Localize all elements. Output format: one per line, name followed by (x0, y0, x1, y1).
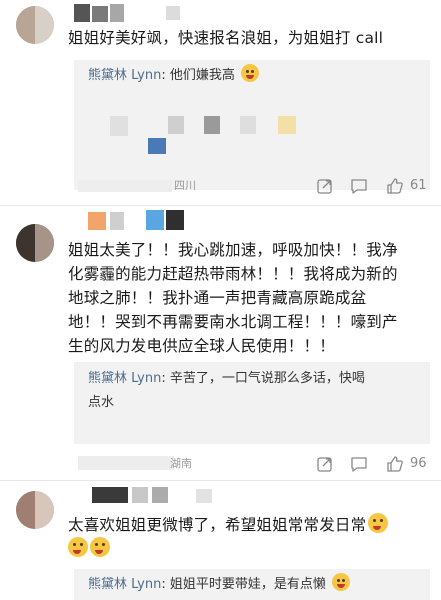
reply-box[interactable]: 熊黛林 Lynn: 姐姐平时要带娃，是有点懒 (74, 569, 430, 600)
like-count: 61 (410, 178, 427, 193)
avatar[interactable] (16, 491, 54, 529)
share-icon[interactable] (316, 177, 334, 195)
reply-author-link[interactable]: 熊黛林 Lynn (88, 577, 161, 592)
reply-author-link[interactable]: 熊黛林 Lynn (88, 68, 161, 83)
location: 湖南 (170, 457, 192, 470)
censored-block (110, 116, 310, 156)
comment-text: 姐姐好美好飒，快速报名浪姐，为姐姐打 call (68, 29, 384, 47)
reply-line: 熊黛林 Lynn: 姐姐平时要带娃，是有点懒 (88, 573, 351, 596)
thumbs-up-icon[interactable] (386, 177, 404, 195)
reply-line: 熊黛林 Lynn: 他们嫌我高 (88, 64, 260, 87)
reply-author-link[interactable]: 熊黛林 Lynn (88, 371, 161, 386)
comment-footer: 湖南 96 (68, 454, 430, 474)
username-censored[interactable] (88, 210, 208, 230)
laughing-emoji (241, 64, 260, 82)
reply-text: 姐姐平时要带娃，是有点懒 (169, 577, 326, 592)
comment-line: 地球之肺！！我扑通一声把青藏高原跪成盆 (68, 289, 367, 307)
comment-line: 地！！哭到不再需要南水北调工程！！！嚎到产 (68, 313, 398, 331)
thumbs-up-icon[interactable] (386, 455, 404, 473)
reply-box[interactable]: 熊黛林 Lynn: 他们嫌我高 (74, 60, 430, 190)
comment-2: 姐姐太美了！！我心跳加速，呼吸加快！！我净 化雾霾的能力赶超热带雨林！！！我将成… (0, 206, 441, 480)
reply-box[interactable]: 熊黛林 Lynn: 辛苦了，一口气说那么多话，快喝 点水 (74, 362, 430, 444)
comment-icon[interactable] (350, 455, 368, 473)
comment-3: 太喜欢姐姐更微博了，希望姐姐常常发日常 熊黛林 Lynn: 姐姐平时要带娃，是有… (0, 481, 441, 600)
comment-line: 姐姐太美了！！我心跳加速，呼吸加快！！我净 (68, 241, 398, 259)
timestamp-censored (78, 180, 178, 192)
username-censored[interactable] (74, 4, 194, 22)
like-count: 96 (410, 456, 427, 471)
location: 四川 (174, 179, 196, 192)
comment-line: 化雾霾的能力赶超热带雨林！！！我将成为新的 (68, 265, 398, 283)
heart-eyes-emoji (90, 537, 110, 557)
emoji-row (68, 537, 426, 562)
laughing-emoji (332, 573, 351, 591)
reply-text: 他们嫌我高 (169, 68, 235, 83)
comment-text: 太喜欢姐姐更微博了，希望姐姐常常发日常 (68, 513, 426, 538)
comment-footer: 四川 61 (68, 176, 430, 196)
share-icon[interactable] (316, 455, 334, 473)
reply-text: 辛苦了，一口气说那么多话，快喝 (169, 371, 365, 386)
heart-eyes-emoji (368, 513, 389, 533)
comment-1: 姐姐好美好飒，快速报名浪姐，为姐姐打 call 熊黛林 Lynn: 他们嫌我高 … (0, 0, 441, 205)
heart-eyes-emoji (68, 537, 88, 557)
avatar[interactable] (16, 6, 54, 44)
avatar[interactable] (16, 224, 54, 262)
comment-icon[interactable] (350, 177, 368, 195)
reply-text-cont: 点水 (88, 395, 115, 410)
reply-line: 熊黛林 Lynn: 辛苦了，一口气说那么多话，快喝 (88, 371, 365, 386)
username-censored[interactable] (92, 487, 232, 503)
comment-line: 生的风力发电供应全球人民使用！！！ (68, 337, 335, 355)
